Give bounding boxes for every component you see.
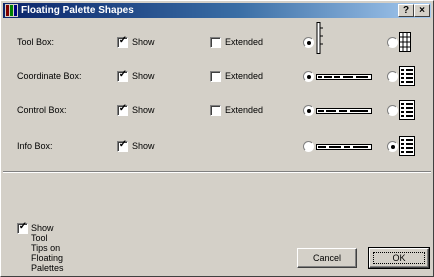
info-box-show-label[interactable]: Show: [132, 141, 155, 151]
dialog-window: Floating Palette Shapes ? × Tool Box: ✓ …: [0, 0, 434, 277]
close-button[interactable]: ×: [414, 4, 430, 17]
coordinate-box-show-label[interactable]: Show: [132, 71, 155, 81]
checkmark-icon: ✓: [118, 103, 128, 114]
title-bar[interactable]: Floating Palette Shapes ? ×: [3, 3, 431, 18]
tool-box-show-label[interactable]: Show: [132, 37, 155, 47]
list-palette-icon: [399, 136, 415, 156]
horizontal-palette-icon: [316, 108, 372, 114]
palette-icon: [5, 4, 18, 17]
tool-box-show-checkbox[interactable]: ✓: [117, 35, 128, 48]
ok-button[interactable]: OK: [368, 247, 430, 269]
info-box-label: Info Box:: [17, 141, 53, 151]
tooltips-checkbox[interactable]: ✓: [17, 221, 28, 234]
help-button[interactable]: ?: [398, 4, 414, 17]
horizontal-palette-icon: [316, 144, 372, 150]
info-box-show-checkbox[interactable]: ✓: [117, 139, 128, 152]
horizontal-palette-icon: [316, 74, 372, 80]
coordinate-box-shape-horizontal-radio[interactable]: [303, 71, 314, 82]
tool-box-extended-label[interactable]: Extended: [225, 37, 263, 47]
separator: [3, 171, 431, 173]
coordinate-box-extended-label[interactable]: Extended: [225, 71, 263, 81]
row-info-box: Info Box: ✓ Show: [1, 136, 434, 156]
row-tool-box: Tool Box: ✓ Show Extended: [1, 22, 434, 54]
checkmark-icon: ✓: [118, 139, 128, 150]
list-palette-icon: [399, 66, 415, 86]
control-box-shape-horizontal-radio[interactable]: [303, 105, 314, 116]
tool-box-shape-grid-radio[interactable]: [387, 37, 398, 48]
tool-box-label: Tool Box:: [17, 37, 55, 47]
cancel-button[interactable]: Cancel: [297, 248, 357, 268]
control-box-extended-label[interactable]: Extended: [225, 105, 263, 115]
list-palette-icon: [399, 100, 415, 120]
tool-box-shape-vertical-radio[interactable]: [303, 37, 314, 48]
control-box-shape-list-radio[interactable]: [387, 105, 398, 116]
control-box-show-checkbox[interactable]: ✓: [117, 103, 128, 116]
info-box-shape-list-radio[interactable]: [387, 141, 398, 152]
coordinate-box-extended-checkbox[interactable]: [210, 71, 221, 82]
window-title: Floating Palette Shapes: [21, 5, 134, 16]
grid-palette-icon: [399, 32, 411, 52]
coordinate-box-shape-list-radio[interactable]: [387, 71, 398, 82]
control-box-show-label[interactable]: Show: [132, 105, 155, 115]
coordinate-box-label: Coordinate Box:: [17, 71, 82, 81]
info-box-shape-horizontal-radio[interactable]: [303, 141, 314, 152]
control-box-label: Control Box:: [17, 105, 67, 115]
checkmark-icon: ✓: [118, 35, 128, 46]
focus-ring: [373, 252, 425, 264]
control-box-extended-checkbox[interactable]: [210, 105, 221, 116]
tool-box-extended-checkbox[interactable]: [210, 37, 221, 48]
coordinate-box-show-checkbox[interactable]: ✓: [117, 69, 128, 82]
row-coordinate-box: Coordinate Box: ✓ Show Extended: [1, 66, 434, 86]
tooltips-label[interactable]: Show Tool Tips on Floating Palettes: [31, 223, 64, 273]
checkmark-icon: ✓: [118, 69, 128, 80]
checkmark-icon: ✓: [18, 221, 28, 232]
vertical-palette-icon: [316, 22, 323, 54]
row-control-box: Control Box: ✓ Show Extended: [1, 100, 434, 120]
